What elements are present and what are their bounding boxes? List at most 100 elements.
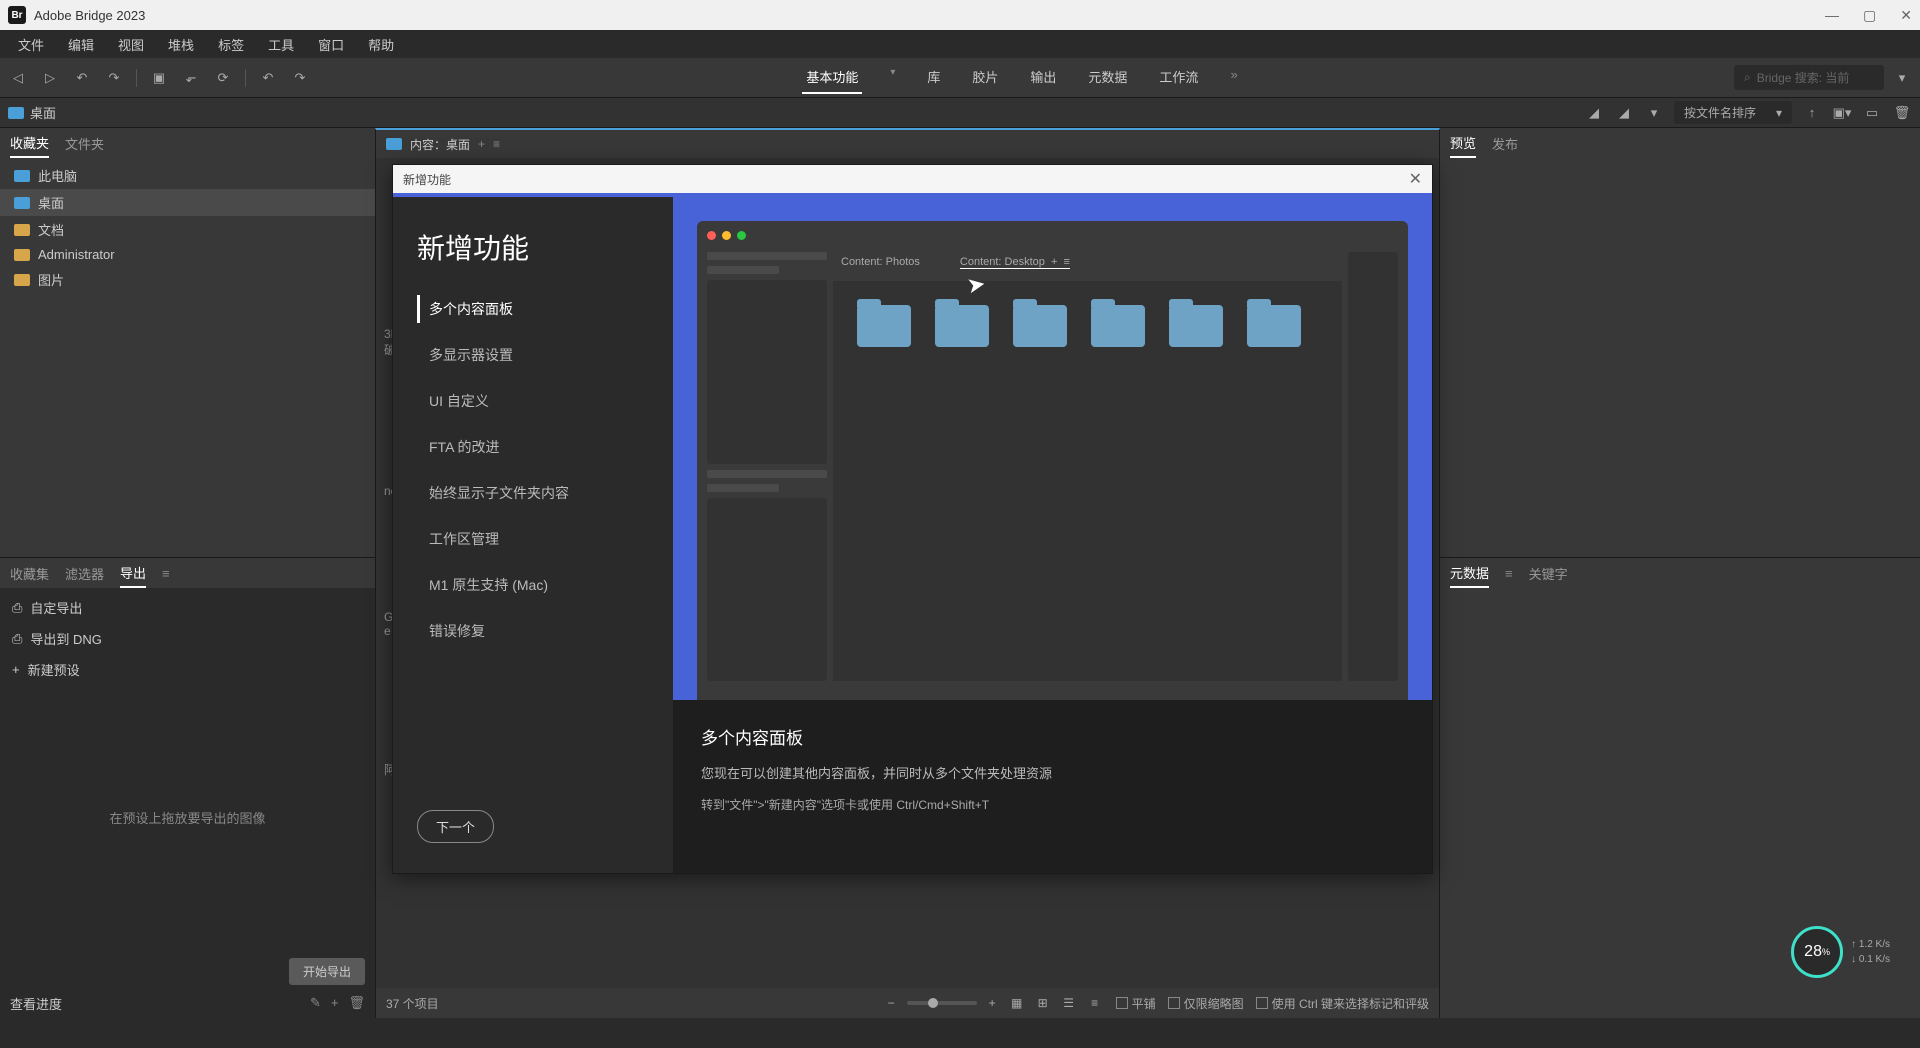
tree-item-documents[interactable]: 文档 (0, 216, 375, 243)
ctrl-hint-checkbox[interactable]: 使用 Ctrl 键来选择标记和评级 (1256, 995, 1429, 1012)
tab-collections[interactable]: 收藏集 (10, 560, 49, 587)
tab-filter[interactable]: 滤选器 (65, 560, 104, 587)
workspace-output[interactable]: 输出 (1026, 61, 1060, 94)
workspace-metadata[interactable]: 元数据 (1084, 61, 1131, 94)
tree-item-computer[interactable]: 此电脑 (0, 162, 375, 189)
breadcrumb[interactable]: 桌面 (30, 103, 56, 122)
close-icon[interactable]: ✕ (1409, 169, 1422, 189)
chevron-down-icon[interactable]: ▾ (886, 61, 899, 94)
feature-multi-monitor[interactable]: 多显示器设置 (417, 341, 649, 369)
view-grid-icon[interactable]: ▦ (1008, 994, 1026, 1012)
feature-list: 多个内容面板 多显示器设置 UI 自定义 FTA 的改进 始终显示子文件夹内容 … (417, 295, 649, 810)
tab-favorites[interactable]: 收藏夹 (10, 129, 49, 158)
undo-icon[interactable]: ↶ (258, 68, 278, 88)
search-dropdown-icon[interactable]: ▾ (1892, 68, 1912, 88)
minimize-button[interactable]: — (1825, 7, 1839, 24)
trash-icon[interactable]: 🗑 (1892, 103, 1912, 123)
workspace-essentials[interactable]: 基本功能 (802, 61, 862, 94)
panel-menu-icon[interactable]: ≡ (1505, 562, 1513, 585)
tree-item-pictures[interactable]: 图片 (0, 266, 375, 293)
net-down: ↓ 0.1 K/s (1851, 954, 1890, 965)
sort-asc-icon[interactable]: ↑ (1802, 103, 1822, 123)
workspace-workflow[interactable]: 工作流 (1155, 61, 1202, 94)
next-button[interactable]: 下一个 (417, 810, 494, 843)
tab-keywords[interactable]: 关键字 (1529, 560, 1568, 587)
menu-help[interactable]: 帮助 (358, 31, 404, 58)
export-new-preset[interactable]: +新建预设 (0, 654, 375, 685)
open-in-icon[interactable]: ▣▾ (1832, 103, 1852, 123)
boomerang-icon[interactable]: ⬐ (181, 68, 201, 88)
tab-folders[interactable]: 文件夹 (65, 130, 104, 157)
favorites-tabs: 收藏夹 文件夹 (0, 128, 375, 158)
zoom-out-icon[interactable]: − (888, 996, 895, 1010)
feature-m1[interactable]: M1 原生支持 (Mac) (417, 571, 649, 599)
tab-preview[interactable]: 预览 (1450, 129, 1476, 158)
menu-file[interactable]: 文件 (8, 31, 54, 58)
folder-icon (386, 138, 402, 150)
menu-label[interactable]: 标签 (208, 31, 254, 58)
nav-recent-icon[interactable]: ↷ (104, 68, 124, 88)
nav-back-icon[interactable]: ◁ (8, 68, 28, 88)
menu-view[interactable]: 视图 (108, 31, 154, 58)
export-placeholder: 在预设上拖放要导出的图像 (0, 685, 375, 950)
menu-edit[interactable]: 编辑 (58, 31, 104, 58)
net-percent: 28 (1804, 943, 1822, 961)
tile-checkbox[interactable]: 平铺 (1116, 995, 1156, 1012)
view-grid2-icon[interactable]: ⊞ (1034, 994, 1052, 1012)
tab-export[interactable]: 导出 (120, 559, 146, 588)
export-dng[interactable]: ⎙导出到 DNG (0, 623, 375, 654)
left-column: 收藏夹 文件夹 此电脑 桌面 文档 Administrator 图片 收藏集 滤… (0, 128, 375, 1018)
feature-workspace-mgmt[interactable]: 工作区管理 (417, 525, 649, 553)
new-folder-icon[interactable]: ▭ (1862, 103, 1882, 123)
trash-icon[interactable]: 🗑 (348, 995, 365, 1011)
menubar: 文件 编辑 视图 堆栈 标签 工具 窗口 帮助 (0, 30, 1920, 58)
view-progress-link[interactable]: 查看进度 (10, 994, 62, 1013)
tab-metadata[interactable]: 元数据 (1450, 559, 1489, 588)
zoom-in-icon[interactable]: + (989, 996, 996, 1010)
camera-icon[interactable]: ▣ (149, 68, 169, 88)
feature-subfolders[interactable]: 始终显示子文件夹内容 (417, 479, 649, 507)
tree-item-administrator[interactable]: Administrator (0, 243, 375, 266)
folder-icon (8, 107, 24, 119)
feature-bugfixes[interactable]: 错误修复 (417, 617, 649, 645)
nav-up-icon[interactable]: ↶ (72, 68, 92, 88)
toolbar: ◁ ▷ ↶ ↷ ▣ ⬐ ⟳ ↶ ↷ 基本功能 ▾ 库 胶片 输出 元数据 工作流… (0, 58, 1920, 98)
add-tab-icon[interactable]: + (478, 137, 485, 151)
export-custom[interactable]: ⎙自定导出 (0, 592, 375, 623)
workspace-library[interactable]: 库 (923, 61, 944, 94)
feature-fta[interactable]: FTA 的改进 (417, 433, 649, 461)
thumb-size-up-icon[interactable]: ◢ (1614, 103, 1634, 123)
close-button[interactable]: ✕ (1900, 7, 1912, 24)
menu-window[interactable]: 窗口 (308, 31, 354, 58)
view-list-icon[interactable]: ≡ (1086, 994, 1104, 1012)
maximize-button[interactable]: ▢ (1863, 7, 1876, 24)
workspace-more-icon[interactable]: » (1226, 61, 1241, 94)
search-icon: ⌕ (1744, 70, 1751, 85)
thumbnail-slider[interactable] (907, 1001, 977, 1005)
menu-tools[interactable]: 工具 (258, 31, 304, 58)
thumb-size-down-icon[interactable]: ◢ (1584, 103, 1604, 123)
feature-ui-custom[interactable]: UI 自定义 (417, 387, 649, 415)
panel-menu-icon[interactable]: ≡ (493, 137, 500, 151)
refresh-icon[interactable]: ⟳ (213, 68, 233, 88)
thumb-only-checkbox[interactable]: 仅限缩略图 (1168, 995, 1244, 1012)
feature-multiple-panels[interactable]: 多个内容面板 (417, 295, 649, 323)
panel-menu-icon[interactable]: ≡ (162, 562, 170, 585)
search-input[interactable]: ⌕ Bridge 搜索: 当前 (1734, 65, 1884, 90)
filter-icon[interactable]: ▾ (1644, 103, 1664, 123)
view-detail-icon[interactable]: ☰ (1060, 994, 1078, 1012)
nav-forward-icon[interactable]: ▷ (40, 68, 60, 88)
menu-stack[interactable]: 堆栈 (158, 31, 204, 58)
tab-publish[interactable]: 发布 (1492, 130, 1518, 157)
sort-select[interactable]: 按文件名排序 ▾ (1674, 101, 1792, 124)
workspace-filmstrip[interactable]: 胶片 (968, 61, 1002, 94)
content-body[interactable]: 3DM 破解 netco Goo e 阿里 新增功能 ✕ 新增功能 (376, 158, 1439, 988)
content-panel: 内容：桌面 + ≡ 3DM 破解 netco Goo e 阿里 新增功能 ✕ (375, 128, 1440, 1018)
feature-desc-hint: 转到"文件">"新建内容"选项卡或使用 Ctrl/Cmd+Shift+T (701, 796, 1404, 813)
tree-item-desktop[interactable]: 桌面 (0, 189, 375, 216)
redo-icon[interactable]: ↷ (290, 68, 310, 88)
plus-icon[interactable]: + (331, 995, 339, 1011)
pencil-icon[interactable]: ✎ (310, 995, 321, 1011)
plus-icon: + (12, 662, 20, 677)
start-export-button[interactable]: 开始导出 (289, 958, 365, 985)
